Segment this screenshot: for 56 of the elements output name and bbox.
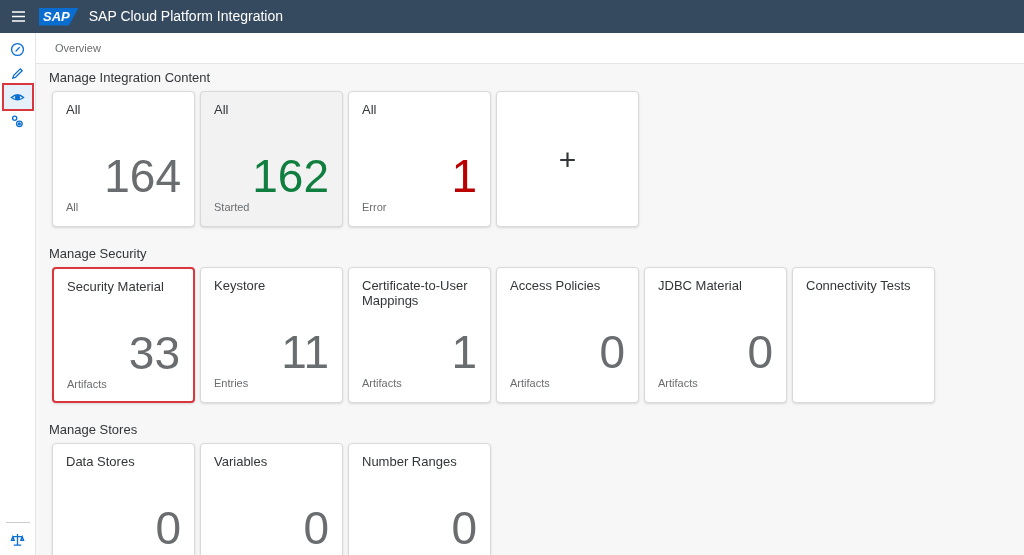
tile-title: Keystore xyxy=(214,278,266,293)
tile-title: All xyxy=(66,102,81,117)
tile-value: 0 xyxy=(155,506,181,550)
tile-footer: All xyxy=(66,200,181,214)
tile-value: 0 xyxy=(599,330,625,374)
tile[interactable]: All 1 Error xyxy=(348,91,491,227)
tile-footer: Error xyxy=(362,200,477,214)
menu-icon[interactable] xyxy=(12,11,25,22)
tile[interactable]: Keystore 11 Entries xyxy=(200,267,343,403)
scales-icon xyxy=(10,531,25,547)
tile-value: 11 xyxy=(281,330,329,374)
compass-icon xyxy=(10,41,25,57)
app-title: SAP Cloud Platform Integration xyxy=(88,7,284,26)
tile-footer: Entries xyxy=(214,376,329,390)
tile-title: Data Stores xyxy=(66,454,135,469)
add-tile[interactable]: + xyxy=(496,91,639,227)
section-title: Manage Integration Content xyxy=(49,68,211,87)
tile-title: All xyxy=(362,102,377,117)
tile-footer: Artifacts xyxy=(658,376,773,390)
tile-footer: Artifacts xyxy=(362,376,477,390)
tile-value: 0 xyxy=(303,506,329,550)
tile[interactable]: Security Material 33 Artifacts xyxy=(52,267,195,403)
tile-footer: Started xyxy=(214,200,329,214)
tile[interactable]: Number Ranges 0 xyxy=(348,443,491,555)
tile-value: 162 xyxy=(252,154,329,198)
pencil-icon xyxy=(10,65,25,81)
gears-icon xyxy=(10,113,25,129)
tile[interactable]: Certificate-to-User Mappings 1 Artifacts xyxy=(348,267,491,403)
section-title: Manage Security xyxy=(49,244,147,263)
tile-value: 33 xyxy=(128,331,180,375)
tile-title: Security Material xyxy=(67,279,164,294)
tile-value: 164 xyxy=(104,154,181,198)
tile[interactable]: All 162 Started xyxy=(200,91,343,227)
breadcrumb[interactable]: Overview xyxy=(55,39,101,57)
tile-title: Variables xyxy=(214,454,268,469)
tile-value: 0 xyxy=(451,506,477,550)
tile-title: All xyxy=(214,102,229,117)
sidebar-item[interactable] xyxy=(3,85,32,109)
tile-title: JDBC Material xyxy=(658,278,742,293)
tile[interactable]: Variables 0 xyxy=(200,443,343,555)
tile[interactable]: JDBC Material 0 Artifacts xyxy=(644,267,787,403)
tile[interactable]: Access Policies 0 Artifacts xyxy=(496,267,639,403)
tile-title: Access Policies xyxy=(510,278,601,293)
tile[interactable]: All 164 All xyxy=(52,91,195,227)
tile-title: Certificate-to-User Mappings xyxy=(362,278,469,308)
tile[interactable]: Data Stores 0 xyxy=(52,443,195,555)
section-title: Manage Stores xyxy=(49,420,138,439)
tile-title: Connectivity Tests xyxy=(806,278,911,293)
tile-footer: Artifacts xyxy=(510,376,625,390)
tile-title: Number Ranges xyxy=(362,454,457,469)
tile[interactable]: Connectivity Tests xyxy=(792,267,935,403)
tile-value: 0 xyxy=(747,330,773,374)
sap-logo: SAP xyxy=(39,7,79,26)
tile-footer: Artifacts xyxy=(67,377,180,391)
tile-value: 1 xyxy=(451,330,477,374)
tile-value: 1 xyxy=(451,154,477,198)
